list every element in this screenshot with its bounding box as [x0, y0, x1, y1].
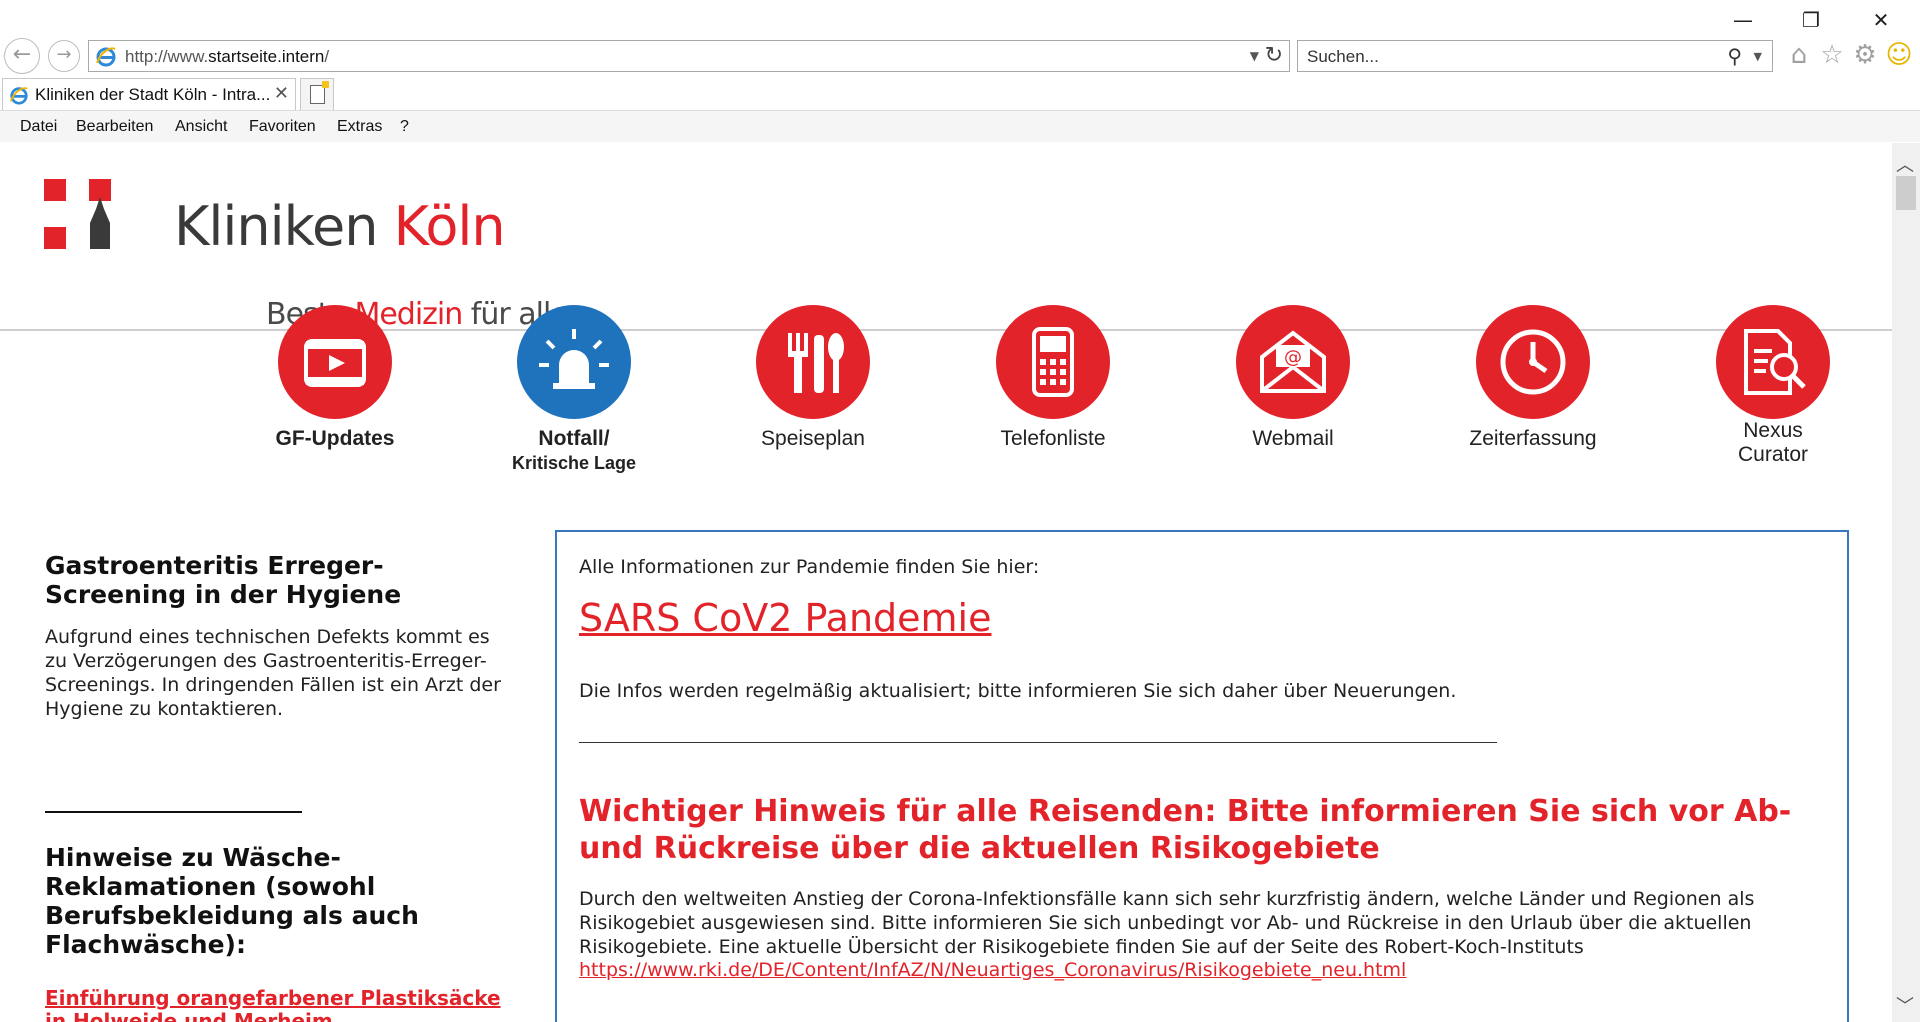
pandemic-link[interactable]: SARS CoV2 Pandemie: [579, 596, 992, 640]
menu-extras[interactable]: Extras: [337, 118, 382, 136]
search-input[interactable]: Suchen...: [1307, 47, 1379, 67]
news-title: Hinweise zu Wäsche-Reklamationen (sowohl…: [45, 843, 419, 959]
restore-button[interactable]: ❐: [1788, 6, 1834, 34]
chevron-up-icon[interactable]: ︿: [1896, 151, 1914, 177]
quicklink-gf-updates[interactable]: GF-Updates: [235, 305, 435, 475]
menu-favoriten[interactable]: Favoriten: [249, 118, 316, 136]
chevron-down-icon[interactable]: ﹀: [1896, 992, 1914, 1018]
page-content: Kliniken Köln Beste Medizin für alle. GF…: [0, 143, 1892, 1022]
travel-warning-text: Durch den weltweiten Anstieg der Corona-…: [579, 888, 1755, 958]
rki-link[interactable]: https://www.rki.de/DE/Content/InfAZ/N/Ne…: [579, 959, 1825, 982]
menu-bar: Datei Bearbeiten Ansicht Favoriten Extra…: [0, 110, 1920, 142]
quicklink-speiseplan[interactable]: Speiseplan: [713, 305, 913, 475]
ie-logo-icon: [9, 87, 28, 105]
alarm-light-icon: [517, 305, 631, 419]
update-note: Die Infos werden regelmäßig aktualisiert…: [579, 680, 1457, 702]
arrow-right-icon: →: [56, 44, 72, 65]
intro-text: Alle Informationen zur Pandemie finden S…: [579, 556, 1040, 578]
new-tab-button[interactable]: [300, 78, 334, 110]
cutlery-icon: [756, 305, 870, 419]
forward-button[interactable]: →: [48, 40, 80, 72]
quicklink-label: Webmail: [1252, 427, 1334, 450]
url-text[interactable]: http://www.startseite.intern/: [125, 47, 329, 67]
kliniken-koeln-logo[interactable]: Kliniken Köln Beste Medizin für alle.: [44, 179, 604, 332]
quicklink-webmail[interactable]: @ Webmail: [1193, 305, 1393, 475]
search-bar[interactable]: Suchen... ⚲ ▼: [1297, 40, 1773, 72]
smiley-icon[interactable]: ☺: [1884, 40, 1914, 70]
back-button[interactable]: ←: [4, 38, 40, 74]
divider: [45, 811, 302, 813]
quicklink-label: Telefonliste: [1000, 427, 1106, 450]
menu-help[interactable]: ?: [400, 118, 409, 136]
news-text: Aufgrund eines technischen Defekts kommt…: [45, 626, 501, 720]
menu-bearbeiten[interactable]: Bearbeiten: [76, 118, 153, 136]
svg-text:@: @: [1284, 347, 1302, 368]
chevron-down-icon[interactable]: ▼: [1250, 49, 1259, 63]
mail-icon: @: [1236, 305, 1350, 419]
logo-mark-icon: [44, 179, 111, 249]
quicklink-notfall[interactable]: Notfall/Kritische Lage: [474, 305, 674, 475]
quicklink-label: Nexus Curator: [1737, 419, 1809, 466]
tab-title: Kliniken der Stadt Köln - Intra...: [35, 85, 271, 104]
travel-warning-heading: Wichtiger Hinweis für alle Reisenden: Bi…: [579, 794, 1792, 866]
phone-icon: [996, 305, 1110, 419]
arrow-left-icon: ←: [12, 42, 32, 67]
gear-icon[interactable]: ⚙: [1850, 40, 1880, 70]
menu-datei[interactable]: Datei: [20, 118, 57, 136]
close-icon[interactable]: ✕: [274, 83, 289, 104]
new-tab-icon: [310, 81, 329, 104]
minimize-button[interactable]: —: [1720, 6, 1766, 34]
news-link[interactable]: Einführung orangefarbener Plastiksäcke i…: [45, 987, 505, 1022]
quicklink-label: Zeiterfassung: [1469, 427, 1597, 450]
home-icon[interactable]: ⌂: [1784, 40, 1814, 70]
chevron-down-icon[interactable]: ▼: [1754, 50, 1762, 63]
ie-logo-icon: [96, 47, 116, 67]
address-bar[interactable]: http://www.startseite.intern/ ▼ ↻: [88, 40, 1290, 72]
video-icon: [278, 305, 392, 419]
close-window-button[interactable]: ✕: [1858, 6, 1904, 34]
logo-name: Kliniken Köln: [174, 195, 506, 258]
quicklink-label: GF-Updates: [275, 427, 395, 450]
document-search-icon: [1716, 305, 1830, 419]
quicklink-nexus-curator[interactable]: Nexus Curator: [1673, 305, 1873, 475]
vertical-scrollbar[interactable]: ︿ ﹀: [1892, 143, 1920, 1022]
news-title: Gastroenteritis Erreger-Screening in der…: [45, 551, 402, 609]
refresh-icon[interactable]: ↻: [1265, 43, 1283, 68]
star-icon[interactable]: ☆: [1817, 40, 1847, 70]
browser-tab[interactable]: Kliniken der Stadt Köln - Intra... ✕: [2, 78, 296, 110]
quicklink-telefonliste[interactable]: Telefonliste: [953, 305, 1153, 475]
quicklink-label: Notfall/Kritische Lage: [511, 427, 637, 473]
browser-chrome: — ❐ ✕ ← → http://www.startseite.intern/ …: [0, 0, 1920, 142]
quicklink-label: Speiseplan: [761, 427, 865, 450]
quicklink-zeiterfassung[interactable]: Zeiterfassung: [1433, 305, 1633, 475]
clock-icon: [1476, 305, 1590, 419]
scroll-thumb[interactable]: [1896, 176, 1916, 210]
menu-ansicht[interactable]: Ansicht: [175, 118, 227, 136]
search-icon[interactable]: ⚲: [1727, 44, 1742, 68]
news-column: Gastroenteritis Erreger-Screening in der…: [45, 551, 505, 1022]
divider: [579, 742, 1497, 743]
pandemic-info-box: Alle Informationen zur Pandemie finden S…: [555, 530, 1849, 1022]
